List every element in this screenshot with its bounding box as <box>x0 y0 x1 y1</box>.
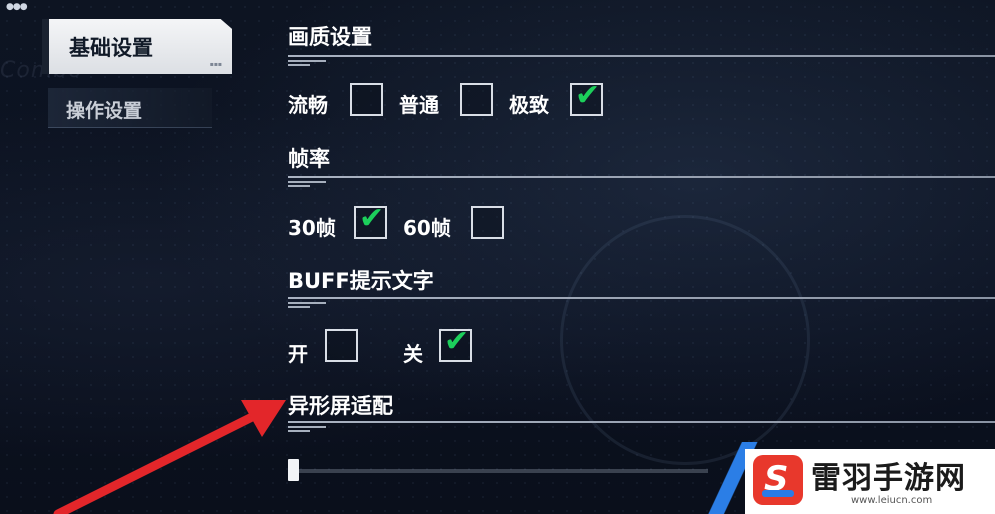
brand-logo-icon: S <box>753 455 803 505</box>
annotation-arrow-icon <box>53 400 286 514</box>
brand-url: www.leiucn.com <box>851 495 933 506</box>
brand-watermark: S 雷羽手游网 www.leiucn.com <box>745 449 995 514</box>
brand-name: 雷羽手游网 <box>811 461 966 496</box>
